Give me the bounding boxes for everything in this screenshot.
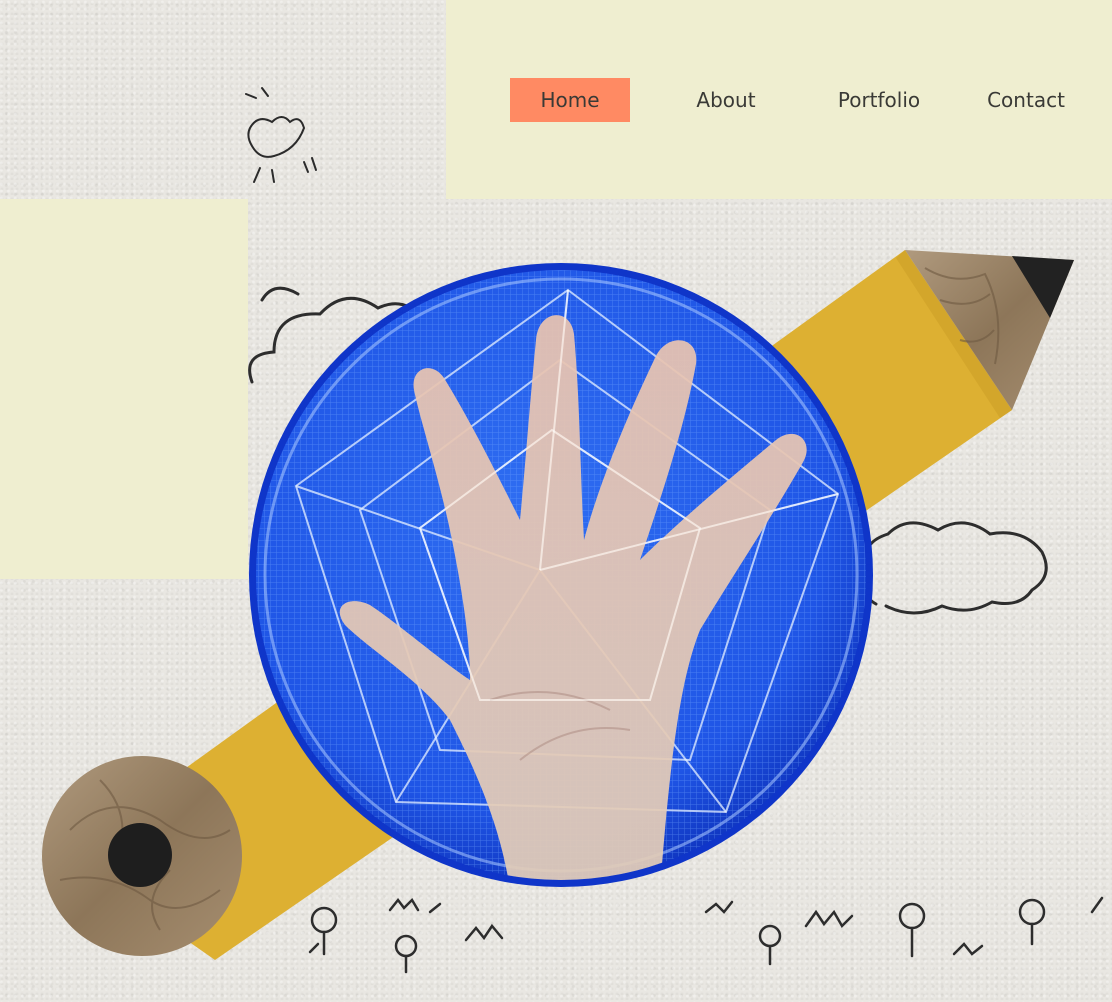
nav-contact[interactable]: Contact — [978, 78, 1074, 122]
side-panel — [0, 199, 248, 579]
nav-about[interactable]: About — [680, 78, 772, 122]
nav-portfolio[interactable]: Portfolio — [826, 78, 932, 122]
nav-home[interactable]: Home — [510, 78, 630, 122]
